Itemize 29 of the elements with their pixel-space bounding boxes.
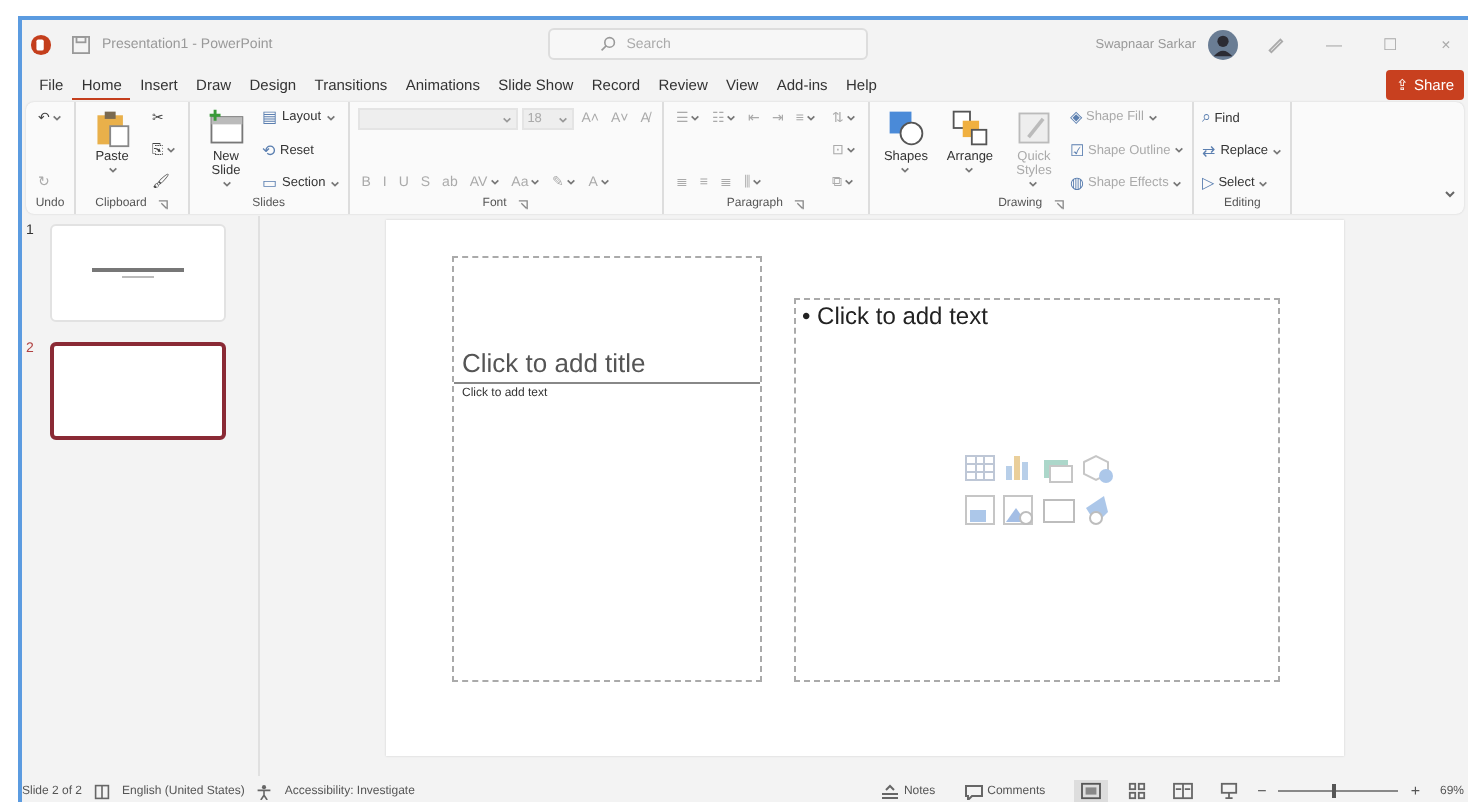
content-placeholder-text: • Click to add text [800, 300, 990, 332]
shapes-icon [885, 108, 926, 148]
caret-icon [557, 115, 568, 123]
launcher-icon[interactable] [158, 199, 169, 209]
clipboard-icon [92, 108, 132, 148]
accessibility-icon[interactable] [256, 783, 273, 799]
launcher-icon[interactable] [1054, 199, 1065, 209]
zoom-slider-thumb[interactable] [1332, 784, 1337, 798]
comment-icon [963, 783, 984, 799]
notes-page-icon[interactable] [94, 783, 111, 799]
app-logo-icon [30, 33, 52, 55]
search-icon [600, 36, 617, 52]
slide-thumbnail[interactable] [50, 342, 226, 440]
title-lines-drawing [88, 267, 188, 279]
notes-icon [879, 783, 900, 799]
launcher-icon[interactable] [518, 199, 529, 209]
new-slide-icon [206, 108, 246, 148]
launcher-icon[interactable] [794, 199, 805, 209]
content-placeholder[interactable]: • Click to add text [794, 298, 1280, 682]
save-icon[interactable] [72, 35, 90, 53]
zoom-out-button[interactable]: − [1257, 782, 1267, 800]
title-placeholder-text: Click to add title [462, 348, 646, 378]
zoom-in-button[interactable]: + [1410, 782, 1420, 800]
collapse-icon[interactable] [1444, 190, 1456, 198]
normal-view-icon[interactable] [1073, 780, 1108, 802]
avatar-icon[interactable] [1208, 29, 1238, 59]
arrange-icon [949, 108, 990, 148]
quick-styles-icon [1013, 108, 1054, 148]
caret-icon [501, 115, 512, 123]
